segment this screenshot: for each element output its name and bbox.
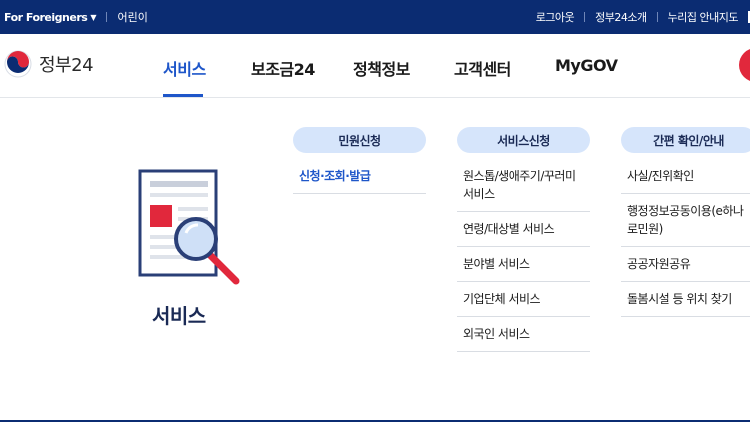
menu-item[interactable]: 행정정보공동이용(e하나로민원) <box>621 194 750 247</box>
divider <box>584 12 586 22</box>
column-header: 민원신청 <box>293 127 426 153</box>
column-list: 원스톱/생애주기/꾸러미 서비스 연령/대상별 서비스 분야별 서비스 기업단체… <box>457 159 590 352</box>
utility-right: 로그아웃 정부24소개 누리집 안내지도 <box>536 0 750 34</box>
menu-item[interactable]: 신청·조회·발급 <box>293 159 426 194</box>
menu-item[interactable]: 연령/대상별 서비스 <box>457 212 590 247</box>
main-navigation: 정부24 서비스 보조금24 정책정보 고객센터 MyGOV <box>0 34 750 98</box>
menu-item[interactable]: 분야별 서비스 <box>457 247 590 282</box>
menu-item[interactable]: 공공자원공유 <box>621 247 750 282</box>
caret-down-icon[interactable]: ▼ <box>90 13 96 22</box>
utility-bar: For Foreigners ▼ 어린이 로그아웃 정부24소개 누리집 안내지… <box>0 0 750 34</box>
panel-title: 서비스 <box>152 304 206 328</box>
document-search-icon <box>138 169 240 285</box>
kids-link[interactable]: 어린이 <box>117 9 147 25</box>
column-header: 간편 확인/안내 <box>621 127 750 153</box>
column-list: 신청·조회·발급 <box>293 159 426 194</box>
column-service-apply: 서비스신청 원스톱/생애주기/꾸러미 서비스 연령/대상별 서비스 분야별 서비… <box>457 127 590 352</box>
logo-text: 정부24 <box>39 55 94 76</box>
taegeuk-logo-icon <box>4 50 32 78</box>
column-list: 사실/진위확인 행정정보공동이용(e하나로민원) 공공자원공유 돌봄시설 등 위… <box>621 159 750 317</box>
nav-customer-center[interactable]: 고객센터 <box>454 56 511 80</box>
nav-service[interactable]: 서비스 <box>163 56 206 80</box>
nav-policy-info[interactable]: 정책정보 <box>353 56 410 80</box>
menu-item[interactable]: 사실/진위확인 <box>621 159 750 194</box>
sitemap-link[interactable]: 누리집 안내지도 <box>668 9 739 25</box>
active-tab-indicator <box>163 94 203 97</box>
for-foreigners-link[interactable]: For Foreigners <box>4 11 88 24</box>
divider <box>106 12 108 22</box>
utility-left: For Foreigners ▼ 어린이 <box>4 0 148 34</box>
menu-item[interactable]: 외국인 서비스 <box>457 317 590 352</box>
nav-subsidy24[interactable]: 보조금24 <box>251 56 315 80</box>
about-link[interactable]: 정부24소개 <box>595 9 647 25</box>
profile-badge[interactable] <box>739 48 750 82</box>
nav-mygov[interactable]: MyGOV <box>555 56 618 75</box>
service-mega-menu: 서비스 민원신청 신청·조회·발급 서비스신청 원스톱/생애주기/꾸러미 서비스… <box>0 98 750 420</box>
logout-link[interactable]: 로그아웃 <box>536 9 575 25</box>
divider <box>656 12 658 22</box>
menu-item[interactable]: 기업단체 서비스 <box>457 282 590 317</box>
menu-item[interactable]: 원스톱/생애주기/꾸러미 서비스 <box>457 159 590 212</box>
column-header: 서비스신청 <box>457 127 590 153</box>
column-civil-petition: 민원신청 신청·조회·발급 <box>293 127 426 194</box>
menu-item[interactable]: 돌봄시설 등 위치 찾기 <box>621 282 750 317</box>
column-quick-check: 간편 확인/안내 사실/진위확인 행정정보공동이용(e하나로민원) 공공자원공유… <box>621 127 750 317</box>
gov24-logo[interactable]: 정부24 <box>4 50 94 78</box>
